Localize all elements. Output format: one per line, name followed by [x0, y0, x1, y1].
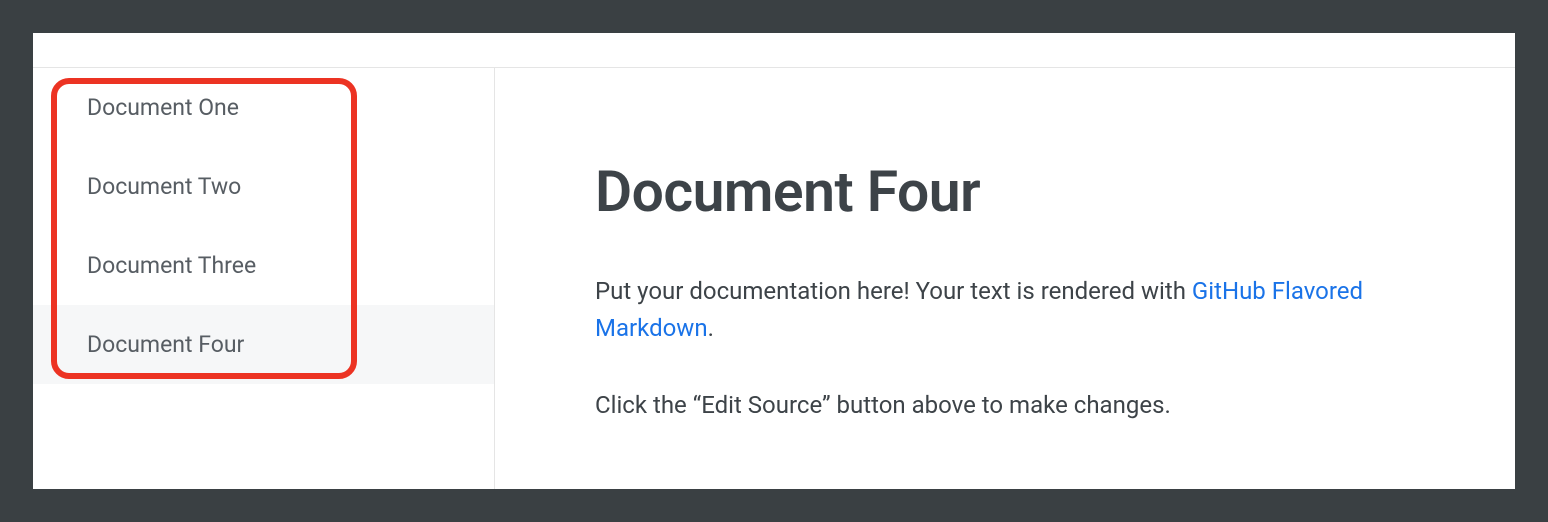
sidebar: Document One Document Two Document Three… — [33, 68, 495, 489]
main-content: Document Four Put your documentation her… — [495, 68, 1515, 489]
header-bar — [33, 33, 1515, 68]
sidebar-item-label: Document Two — [87, 173, 241, 200]
sidebar-list: Document One Document Two Document Three… — [33, 68, 494, 384]
sidebar-item-document-two[interactable]: Document Two — [33, 147, 494, 226]
intro-paragraph: Put your documentation here! Your text i… — [595, 273, 1445, 347]
sidebar-item-label: Document Three — [87, 252, 256, 279]
page-title: Document Four — [595, 158, 1445, 225]
sidebar-item-document-one[interactable]: Document One — [33, 68, 494, 147]
hint-paragraph: Click the “Edit Source” button above to … — [595, 387, 1445, 424]
intro-text-suffix: . — [708, 314, 714, 342]
sidebar-item-document-three[interactable]: Document Three — [33, 226, 494, 305]
body-area: Document One Document Two Document Three… — [33, 68, 1515, 489]
sidebar-item-label: Document Four — [87, 331, 244, 358]
sidebar-item-label: Document One — [87, 94, 239, 121]
app-window: Document One Document Two Document Three… — [33, 33, 1515, 489]
sidebar-item-document-four[interactable]: Document Four — [33, 305, 494, 384]
intro-text-prefix: Put your documentation here! Your text i… — [595, 277, 1192, 305]
